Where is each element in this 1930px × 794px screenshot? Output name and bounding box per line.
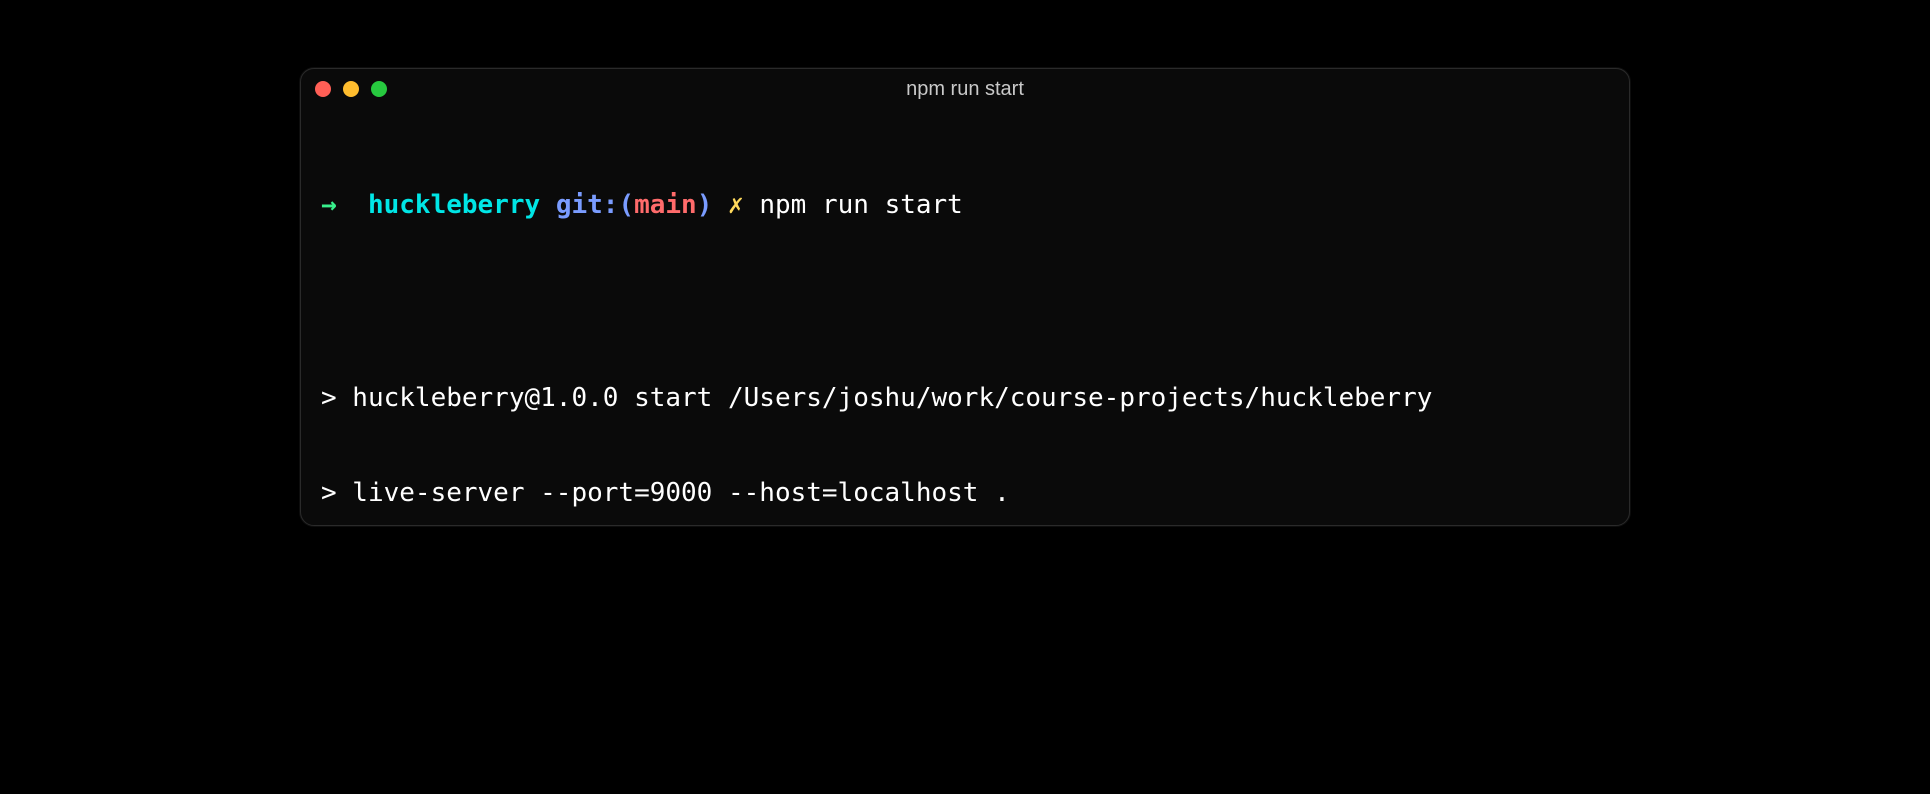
traffic-lights [315,81,387,97]
blank-line [321,288,1609,320]
prompt-branch: main [634,190,697,220]
prompt-command: npm run start [759,190,963,220]
prompt-git-label: git: [556,190,619,220]
prompt-paren-close: ) [697,190,713,220]
dirty-marker-icon: ✗ [728,190,744,220]
titlebar: npm run start [301,69,1629,109]
window-title: npm run start [301,78,1629,101]
npm-output-line: > huckleberry@1.0.0 start /Users/joshu/w… [321,383,1609,415]
prompt-paren-open: ( [618,190,634,220]
prompt-arrow-icon: → [321,190,337,220]
maximize-icon[interactable] [371,81,387,97]
close-icon[interactable] [315,81,331,97]
npm-output-line: > live-server --port=9000 --host=localho… [321,478,1609,510]
terminal-window[interactable]: npm run start → huckleberry git:(main) ✗… [300,68,1630,526]
terminal-body[interactable]: → huckleberry git:(main) ✗ npm run start… [301,109,1629,525]
minimize-icon[interactable] [343,81,359,97]
prompt-directory: huckleberry [368,190,540,220]
prompt-line: → huckleberry git:(main) ✗ npm run start [321,190,1609,222]
